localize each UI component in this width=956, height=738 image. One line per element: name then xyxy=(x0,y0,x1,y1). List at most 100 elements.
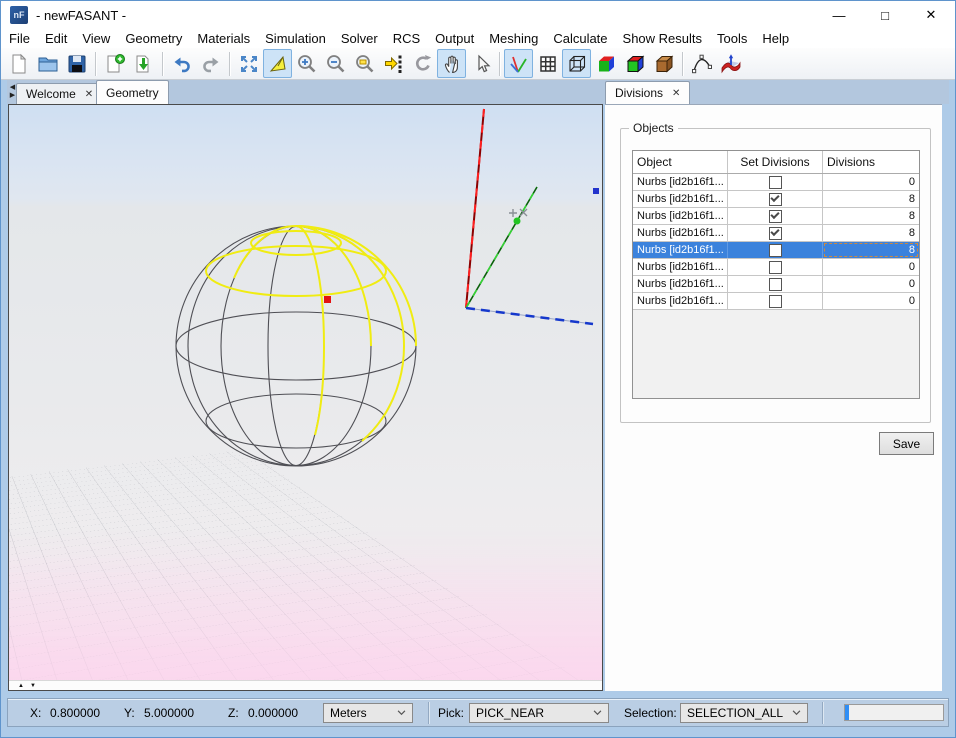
column-header-divisions[interactable]: Divisions xyxy=(823,151,919,173)
row-checkbox[interactable] xyxy=(769,210,782,223)
wireframe-view-button[interactable] xyxy=(562,49,591,78)
show-grid-button[interactable] xyxy=(533,49,562,78)
table-row[interactable]: Nurbs [id2b16f1... 0 xyxy=(633,259,919,276)
curve-tool-button[interactable] xyxy=(687,49,716,78)
solid-view-button[interactable] xyxy=(649,49,678,78)
object-cell[interactable]: Nurbs [id2b16f1... xyxy=(633,208,728,224)
zoom-out-button[interactable] xyxy=(321,49,350,78)
menu-item[interactable]: Show Results xyxy=(623,31,702,46)
menu-item[interactable]: File xyxy=(9,31,30,46)
viewport-scroll-strip[interactable]: ▲ ▼ xyxy=(9,680,602,690)
object-cell[interactable]: Nurbs [id2b16f1... xyxy=(633,174,728,190)
row-checkbox[interactable] xyxy=(769,176,782,189)
table-row[interactable]: Nurbs [id2b16f1... 0 xyxy=(633,276,919,293)
close-icon[interactable]: ✕ xyxy=(921,7,941,23)
menu-item[interactable]: Tools xyxy=(717,31,747,46)
zoom-window-button[interactable] xyxy=(350,49,379,78)
tab-scroll-right-icon[interactable]: ▶ xyxy=(10,92,15,99)
redo-button[interactable] xyxy=(196,49,225,78)
divisions-cell[interactable]: 8 xyxy=(823,225,919,241)
units-select[interactable]: Meters xyxy=(323,703,413,723)
table-row[interactable]: Nurbs [id2b16f1... 8 xyxy=(633,208,919,225)
table-row[interactable]: Nurbs [id2b16f1... 0 xyxy=(633,174,919,191)
menu-item[interactable]: Meshing xyxy=(489,31,538,46)
set-divisions-cell[interactable] xyxy=(728,259,823,275)
object-cell[interactable]: Nurbs [id2b16f1... xyxy=(633,259,728,275)
row-checkbox[interactable] xyxy=(769,227,782,240)
table-row[interactable]: Nurbs [id2b16f1... 8 xyxy=(633,191,919,208)
column-header-object[interactable]: Object xyxy=(633,151,728,173)
shaded-view-button[interactable] xyxy=(591,49,620,78)
tab-welcome[interactable]: Welcome ✕ xyxy=(16,83,103,104)
show-axes-button[interactable] xyxy=(504,49,533,78)
menu-item[interactable]: Solver xyxy=(341,31,378,46)
table-row[interactable]: Nurbs [id2b16f1... 8 xyxy=(633,225,919,242)
zoom-select-button[interactable] xyxy=(263,49,292,78)
set-divisions-cell[interactable] xyxy=(728,276,823,292)
import-geometry-button[interactable] xyxy=(129,49,158,78)
set-divisions-cell[interactable] xyxy=(728,225,823,241)
divisions-cell[interactable]: 8 xyxy=(823,242,919,258)
set-divisions-cell[interactable] xyxy=(728,208,823,224)
tab-welcome-close-icon[interactable]: ✕ xyxy=(85,89,93,100)
viewport-canvas[interactable]: ▲ ▼ xyxy=(8,104,603,691)
row-checkbox[interactable] xyxy=(769,193,782,206)
scroll-up-icon[interactable]: ▲ xyxy=(18,683,24,689)
new-project-button[interactable] xyxy=(100,49,129,78)
pick-select[interactable]: PICK_NEAR xyxy=(469,703,609,723)
zoom-in-button[interactable] xyxy=(292,49,321,78)
object-cell[interactable]: Nurbs [id2b16f1... xyxy=(633,242,728,258)
tab-divisions-close-icon[interactable]: ✕ xyxy=(672,88,680,99)
new-file-button[interactable] xyxy=(4,49,33,78)
set-divisions-cell[interactable] xyxy=(728,191,823,207)
row-checkbox[interactable] xyxy=(769,244,782,257)
object-cell[interactable]: Nurbs [id2b16f1... xyxy=(633,293,728,309)
undo-button[interactable] xyxy=(167,49,196,78)
save-button[interactable]: Save xyxy=(879,432,934,455)
select-arrow-button[interactable] xyxy=(466,49,495,78)
menu-item[interactable]: Help xyxy=(762,31,789,46)
sphere-selected-edges[interactable] xyxy=(206,226,416,441)
object-cell[interactable]: Nurbs [id2b16f1... xyxy=(633,276,728,292)
table-row[interactable]: Nurbs [id2b16f1... 8 xyxy=(633,242,919,259)
divisions-cell[interactable]: 8 xyxy=(823,191,919,207)
tab-divisions[interactable]: Divisions ✕ xyxy=(605,81,690,104)
surface-normals-button[interactable] xyxy=(716,49,745,78)
minimize-icon[interactable]: — xyxy=(829,8,849,23)
menu-item[interactable]: Edit xyxy=(45,31,67,46)
maximize-icon[interactable]: □ xyxy=(875,8,895,23)
menu-item[interactable]: Output xyxy=(435,31,474,46)
shaded-edges-view-button[interactable] xyxy=(620,49,649,78)
divisions-cell[interactable]: 0 xyxy=(823,276,919,292)
row-checkbox[interactable] xyxy=(769,295,782,308)
selection-select[interactable]: SELECTION_ALL xyxy=(680,703,808,723)
row-checkbox[interactable] xyxy=(769,261,782,274)
menu-item[interactable]: Materials xyxy=(197,31,250,46)
divisions-cell[interactable]: 0 xyxy=(823,259,919,275)
grid-extent-handle[interactable] xyxy=(593,188,599,194)
rotate-view-button[interactable] xyxy=(408,49,437,78)
fit-view-button[interactable] xyxy=(234,49,263,78)
menu-item[interactable]: RCS xyxy=(393,31,420,46)
menu-item[interactable]: View xyxy=(82,31,110,46)
open-folder-button[interactable] xyxy=(33,49,62,78)
snap-target-button[interactable] xyxy=(379,49,408,78)
divisions-cell[interactable]: 0 xyxy=(823,293,919,309)
divisions-cell[interactable]: 8 xyxy=(823,208,919,224)
row-checkbox[interactable] xyxy=(769,278,782,291)
pan-view-button[interactable] xyxy=(437,49,466,78)
save-file-button[interactable] xyxy=(62,49,91,78)
menu-item[interactable]: Simulation xyxy=(265,31,326,46)
set-divisions-cell[interactable] xyxy=(728,293,823,309)
column-header-set-divisions[interactable]: Set Divisions xyxy=(728,151,823,173)
menu-item[interactable]: Calculate xyxy=(553,31,607,46)
menu-item[interactable]: Geometry xyxy=(125,31,182,46)
object-cell[interactable]: Nurbs [id2b16f1... xyxy=(633,191,728,207)
set-divisions-cell[interactable] xyxy=(728,174,823,190)
object-cell[interactable]: Nurbs [id2b16f1... xyxy=(633,225,728,241)
table-row[interactable]: Nurbs [id2b16f1... 0 xyxy=(633,293,919,310)
set-divisions-cell[interactable] xyxy=(728,242,823,258)
divisions-cell[interactable]: 0 xyxy=(823,174,919,190)
tab-scroll-left-icon[interactable]: ◀ xyxy=(10,84,15,91)
scroll-down-icon[interactable]: ▼ xyxy=(30,683,36,689)
